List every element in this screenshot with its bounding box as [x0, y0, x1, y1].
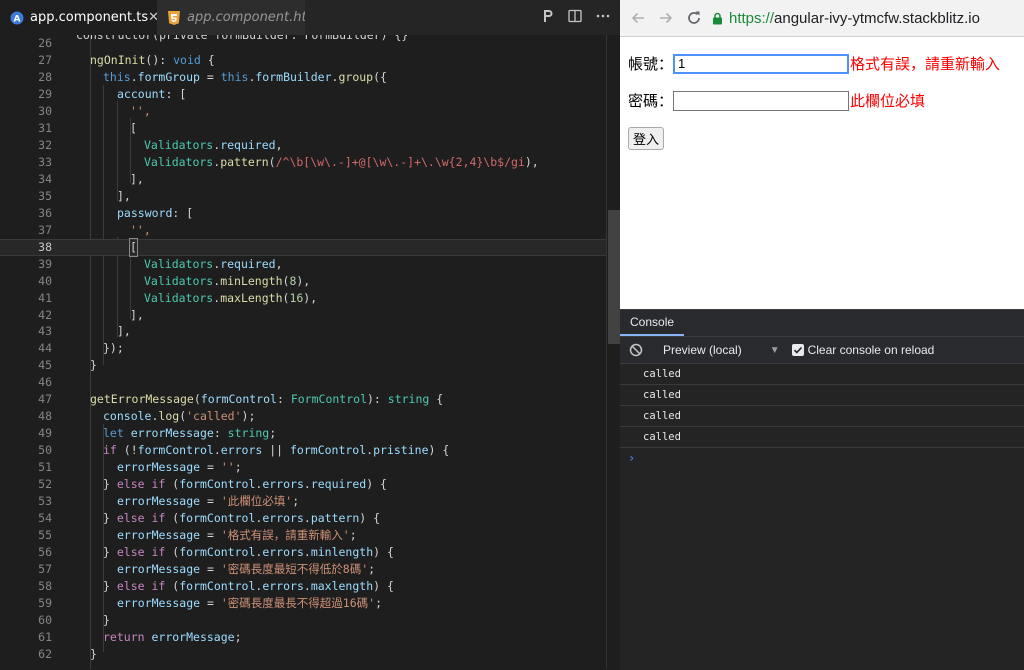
angular-file-icon: A [10, 11, 24, 25]
code-line: 57 errorMessage = '密碼長度最短不得低於8碼'; [38, 562, 376, 577]
console-log-entry: called [620, 406, 1024, 427]
console-toolbar: Preview (local) ▼ Clear console on reloa… [620, 337, 1024, 364]
console-log-list: called called called called › [620, 364, 1024, 468]
code-line: 61 return errorMessage; [38, 629, 242, 644]
console-log-entry: called [620, 385, 1024, 406]
clear-console-icon[interactable] [629, 343, 643, 357]
console-log-entry: called [620, 427, 1024, 448]
dropdown-caret-icon[interactable]: ▼ [770, 345, 780, 356]
address-bar[interactable]: https://angular-ivy-ytmcfw.stackblitz.io [712, 4, 980, 32]
browser-nav-bar: https://angular-ivy-ytmcfw.stackblitz.io [620, 0, 1024, 37]
code-line: 41 Validators.maxLength(16), [38, 290, 318, 305]
code-line: 46 [38, 375, 52, 390]
code-line: 42], [38, 307, 144, 322]
code-line: 62} [38, 646, 97, 661]
tab-label: app.component.ts [30, 10, 149, 25]
editor-scrollbar[interactable] [606, 35, 620, 669]
code-line: 43], [38, 324, 131, 339]
tab-app-component-ts[interactable]: A app.component.ts ✕ [0, 0, 159, 35]
code-line: 51 errorMessage = ''; [38, 460, 242, 475]
code-line: 60} [38, 612, 110, 627]
code-line: 45} [38, 358, 97, 373]
code-line: 28 this.formGroup = this.formBuilder.grou… [38, 69, 387, 84]
code-line: 35], [38, 188, 131, 203]
more-icon[interactable] [596, 9, 610, 27]
preview-icon[interactable] [542, 9, 554, 27]
code-line: 31[ [38, 120, 137, 135]
scrollbar-thumb[interactable] [608, 210, 620, 344]
account-input[interactable] [673, 53, 850, 74]
clear-on-reload-label: Clear console on reload [807, 343, 935, 357]
back-arrow-icon[interactable] [624, 4, 652, 32]
password-label: 密碼： [628, 93, 674, 110]
account-error-message: 格式有誤，請重新輸入 [850, 56, 1001, 73]
account-row: 帳號： 格式有誤，請重新輸入 [628, 53, 1000, 74]
code-line: 39 Validators.required, [38, 256, 283, 271]
account-label: 帳號： [628, 56, 674, 73]
devtools-tab-bar: Console [620, 310, 1024, 337]
code-line: 48 console.log('called'); [38, 409, 256, 424]
clear-on-reload-checkbox[interactable] [791, 344, 804, 356]
code-line: 49 let errorMessage: string; [38, 426, 277, 441]
code-line-current: 38[ [0, 237, 606, 257]
code-line: 27 ngOnInit(): void { [38, 52, 215, 67]
forward-arrow-icon[interactable] [652, 4, 680, 32]
code-line: 36 password: [ [38, 205, 194, 220]
code-line: 32 Validators.required, [38, 137, 283, 152]
code-line: 54} else if (formControl.errors.pattern)… [38, 511, 381, 526]
tab-app-component-html[interactable]: app.component.html [157, 0, 305, 35]
devtools-panel: Console Preview (local) ▼ Clear console … [620, 309, 1024, 670]
rendered-page: 帳號： 格式有誤，請重新輸入 密碼： 此欄位必填 登入 [620, 37, 1024, 309]
tab-label: app.component.html [187, 10, 305, 25]
password-row: 密碼： 此欄位必填 [628, 90, 925, 111]
code-line: 50 if (!formControl.errors || formControl… [38, 443, 450, 458]
code-line: 56} else if (formControl.errors.minlengt… [38, 545, 394, 560]
svg-text:A: A [14, 14, 21, 24]
code-area[interactable]: 26 constructor(private formBuilder: FormB… [0, 35, 606, 669]
password-input[interactable] [673, 90, 850, 111]
code-line: 40 Validators.minLength(8), [38, 273, 311, 288]
url-host: angular-ivy-ytmcfw.stackblitz.io [774, 9, 980, 27]
code-line: 33 Validators.pattern(/^\b[\w\.-]+@[\w\.-… [38, 154, 539, 169]
code-line: 47 getErrorMessage(formControl: FormContr… [38, 392, 444, 407]
console-log-entry: called [620, 364, 1024, 385]
code-editor[interactable]: A app.component.ts ✕ app.component.html [0, 0, 620, 669]
code-line: 53 errorMessage = '此欄位必填'; [38, 494, 300, 509]
code-line: 55 errorMessage = '格式有誤，請重新輸入'; [38, 528, 357, 543]
code-line: 26 constructor(private formBuilder: FormB… [38, 35, 409, 50]
split-editor-icon[interactable] [568, 9, 582, 27]
code-line: 34], [38, 171, 144, 186]
login-button[interactable]: 登入 [628, 127, 664, 150]
editor-toolbar [542, 0, 610, 35]
lock-icon [712, 12, 723, 25]
preview-browser: https://angular-ivy-ytmcfw.stackblitz.io… [620, 0, 1024, 670]
context-selector[interactable]: Preview (local) [663, 343, 742, 357]
code-line: 29 account: [ [38, 86, 187, 101]
code-line: 59 errorMessage = '密碼長度最長不得超過16碼'; [38, 595, 383, 610]
url-scheme: https:// [729, 9, 775, 27]
code-line: 37 '', [38, 222, 151, 237]
code-line: 58} else if (formControl.errors.maxlengt… [38, 579, 394, 593]
html-file-icon [167, 10, 181, 25]
tab-console[interactable]: Console [620, 310, 685, 336]
editor-tab-bar: A app.component.ts ✕ app.component.html [0, 0, 620, 35]
code-line: 52} else if (formControl.errors.required… [38, 477, 387, 492]
console-prompt[interactable]: › [620, 448, 1024, 468]
code-line: 44}); [38, 341, 124, 356]
password-error-message: 此欄位必填 [850, 93, 926, 110]
reload-icon[interactable] [680, 4, 708, 32]
code-line: 30 '', [38, 103, 151, 118]
